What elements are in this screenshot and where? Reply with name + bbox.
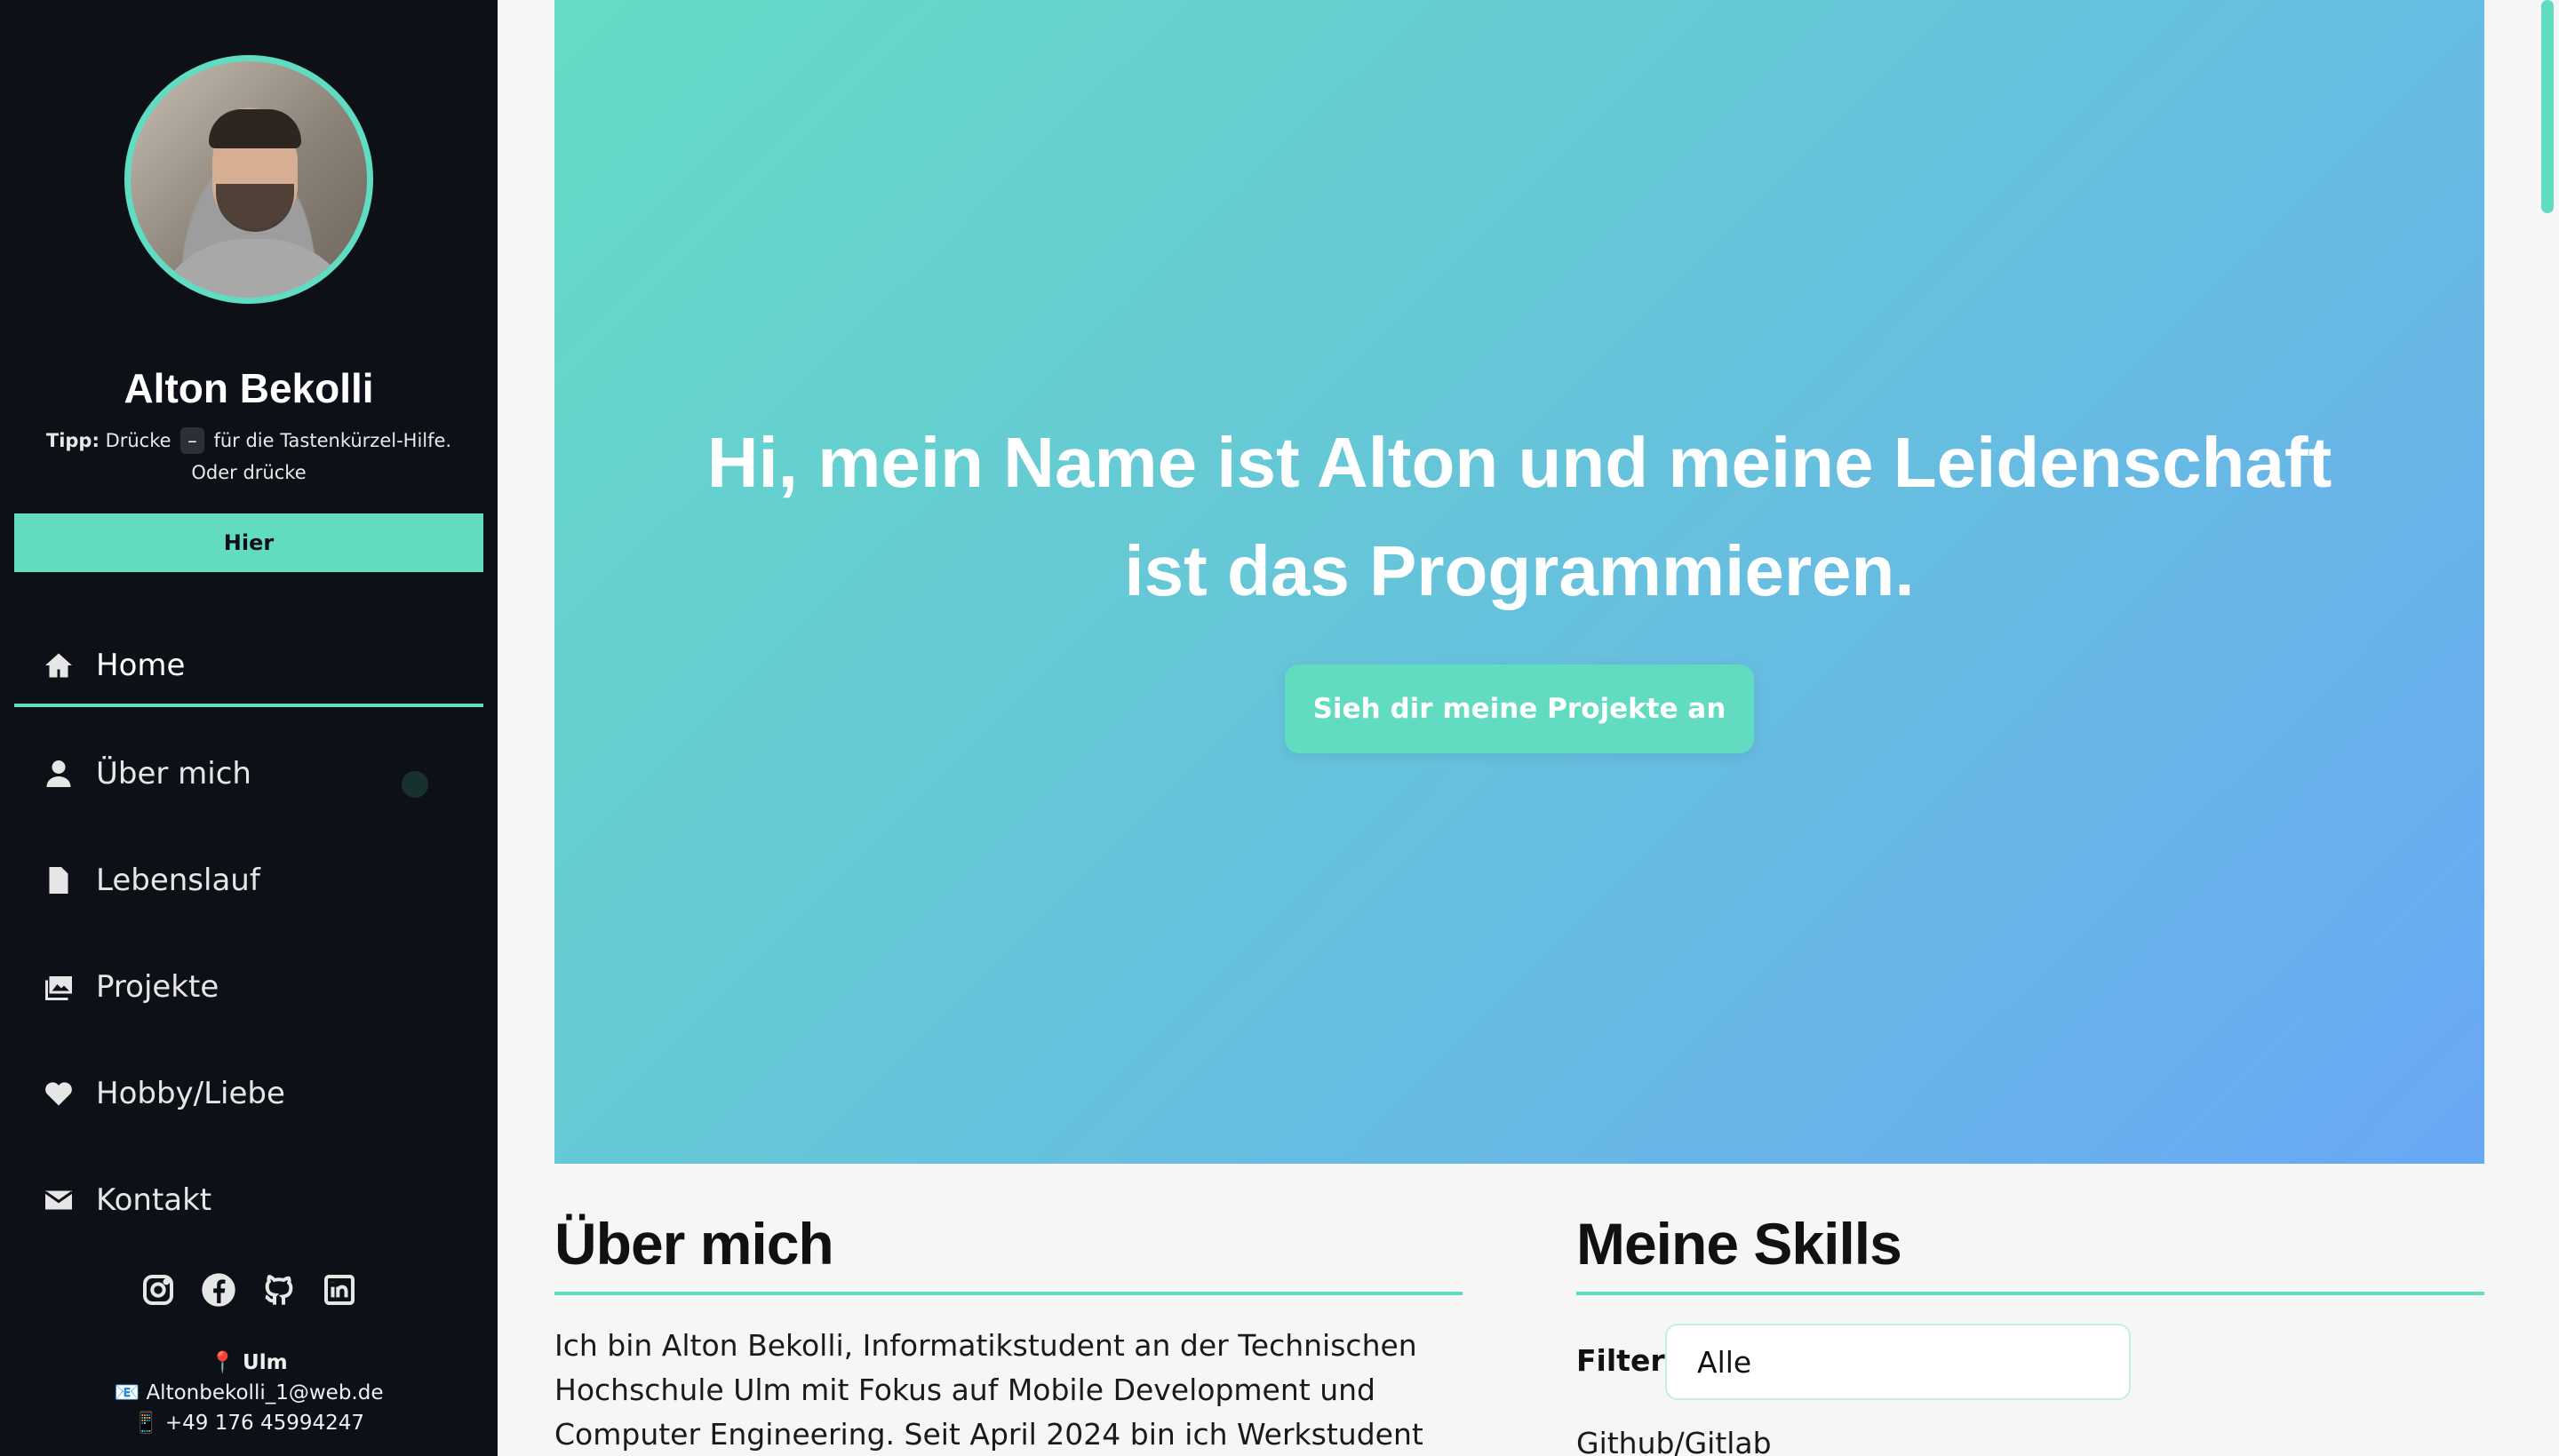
about-divider xyxy=(554,1292,1463,1295)
facebook-icon[interactable] xyxy=(201,1272,236,1311)
nav-item-label: Projekte xyxy=(96,969,219,1005)
skills-title: Meine Skills xyxy=(1576,1211,1902,1277)
user-icon xyxy=(41,756,76,792)
nav-item-contact[interactable]: Kontakt xyxy=(14,1160,483,1240)
nav-item-label: Home xyxy=(96,648,186,683)
shortcut-tip: Tipp: Drücke – für die Tastenkürzel-Hilf… xyxy=(27,425,471,489)
shortcut-help-button[interactable]: Hier xyxy=(14,513,483,572)
nav-item-cv[interactable]: Lebenslauf xyxy=(14,840,483,920)
skill-group-heading: Github/Gitlab xyxy=(1576,1426,1772,1456)
document-icon xyxy=(41,863,76,898)
skills-divider xyxy=(1576,1292,2484,1295)
nav-item-label: Hobby/Liebe xyxy=(96,1076,285,1111)
filter-label: Filter: xyxy=(1576,1343,1677,1378)
hero-title: Hi, mein Name ist Alton und meine Leiden… xyxy=(554,409,2484,625)
shortcut-key: – xyxy=(180,427,204,454)
nav-item-projects[interactable]: Projekte xyxy=(14,947,483,1027)
contact-phone[interactable]: 📱 +49 176 45994247 xyxy=(0,1411,498,1435)
profile-avatar xyxy=(124,55,373,304)
tip-text-after: für die Tastenkürzel-Hilfe. Oder drücke xyxy=(191,430,452,483)
tip-label: Tipp: xyxy=(45,430,100,451)
hero-title-line-2: ist das Programmieren. xyxy=(1124,531,1915,610)
nav-item-label: Kontakt xyxy=(96,1182,212,1218)
heart-icon xyxy=(41,1076,76,1111)
nav-item-label: Lebenslauf xyxy=(96,863,260,898)
github-icon[interactable] xyxy=(261,1272,297,1311)
home-icon xyxy=(41,648,76,683)
sidebar: Alton Bekolli Tipp: Drücke – für die Tas… xyxy=(0,0,498,1456)
profile-name: Alton Bekolli xyxy=(124,365,374,411)
nav-item-home[interactable]: Home xyxy=(14,627,483,707)
envelope-icon xyxy=(41,1182,76,1218)
social-links xyxy=(0,1272,498,1311)
view-projects-button[interactable]: Sieh dir meine Projekte an xyxy=(1285,664,1754,753)
about-text: Ich bin Alton Bekolli, Informatikstudent… xyxy=(554,1328,1423,1452)
decorative-dot xyxy=(402,771,428,798)
nav-item-label: Über mich xyxy=(96,756,251,792)
images-icon xyxy=(41,969,76,1005)
instagram-icon[interactable] xyxy=(140,1272,176,1311)
contact-email[interactable]: 📧 Altonbekolli_1@web.de xyxy=(0,1380,498,1404)
linkedin-icon[interactable] xyxy=(322,1272,357,1311)
nav-item-hobby[interactable]: Hobby/Liebe xyxy=(14,1054,483,1134)
hero-title-line-1: Hi, mein Name ist Alton und meine Leiden… xyxy=(706,423,2332,502)
tip-text-before: Drücke xyxy=(105,430,171,451)
about-title: Über mich xyxy=(554,1211,834,1277)
scrollbar-thumb[interactable] xyxy=(2541,0,2554,213)
contact-location: 📍 Ulm xyxy=(210,1351,288,1374)
skills-filter-select[interactable]: Alle xyxy=(1665,1324,2131,1400)
hero-section: Hi, mein Name ist Alton und meine Leiden… xyxy=(554,0,2484,1164)
